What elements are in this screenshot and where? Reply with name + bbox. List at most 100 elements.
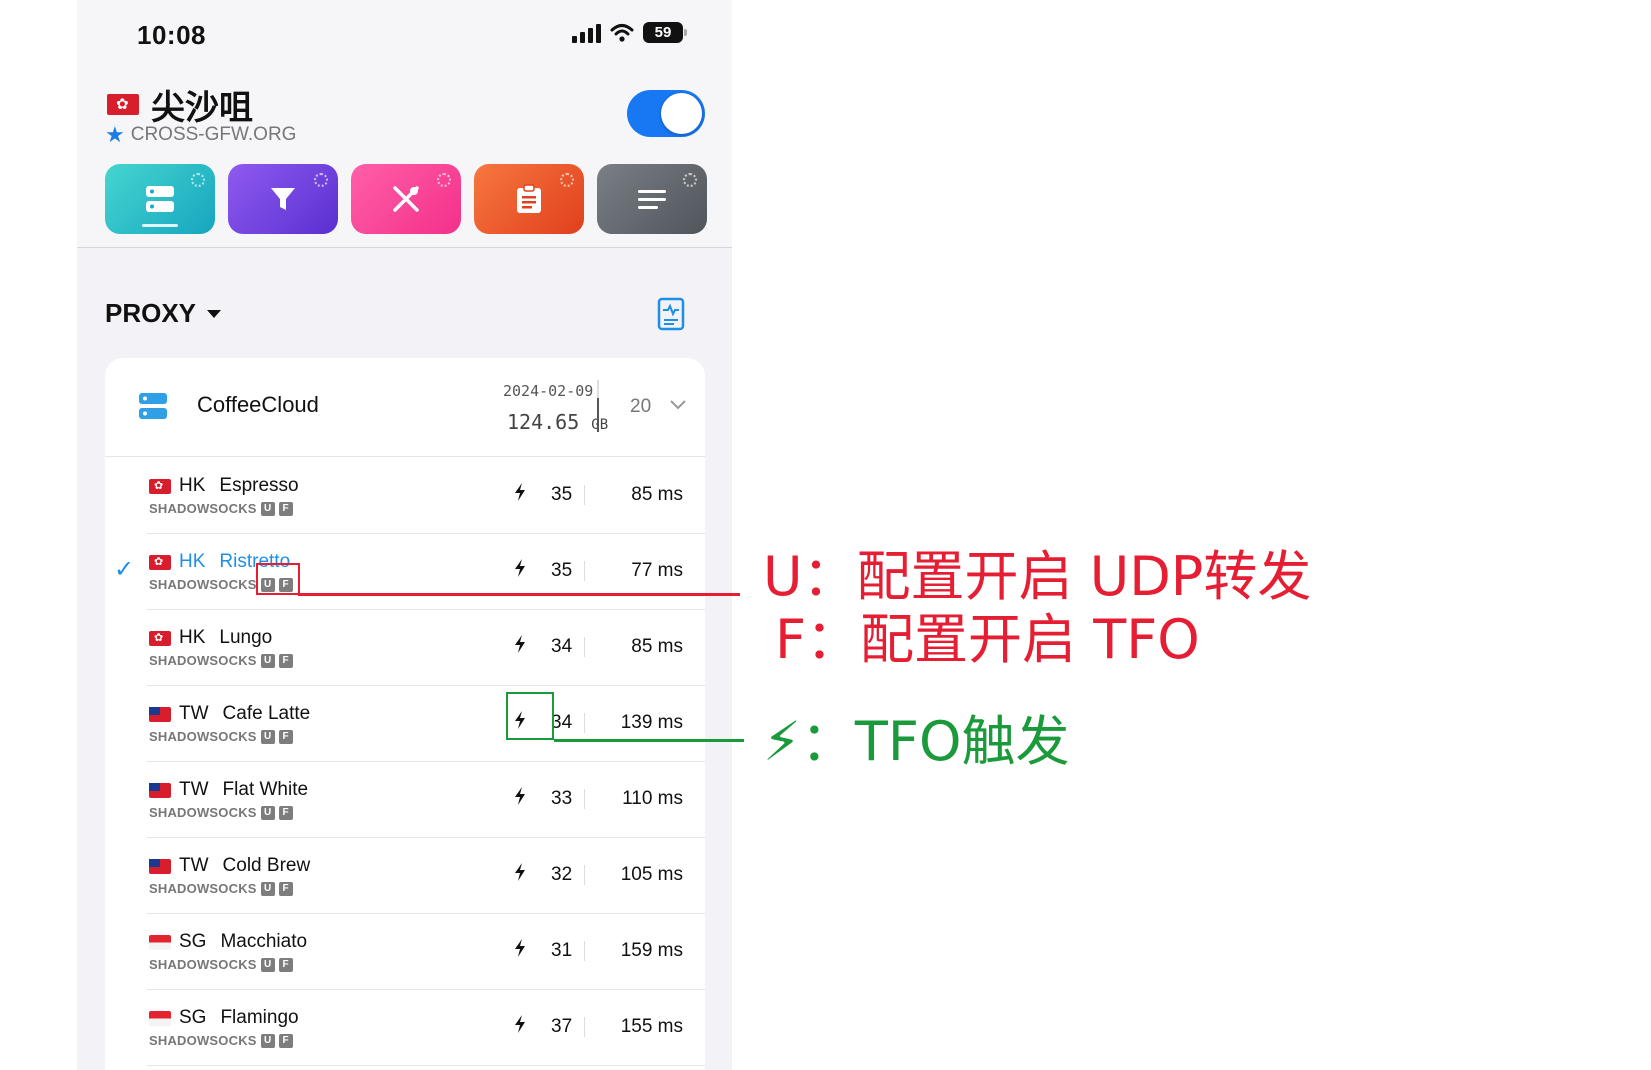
proxy-name: TW Cafe Latte bbox=[149, 703, 310, 725]
tfo-badge: F bbox=[278, 957, 293, 972]
toggle-knob bbox=[661, 93, 702, 134]
proxy-score: 35 bbox=[551, 560, 573, 581]
proxy-row[interactable]: TW Flat White SHADOWSOCKS U F 33 110 ms bbox=[147, 761, 705, 838]
latency-value: 85 ms bbox=[631, 484, 683, 505]
phone-screen: 10:08 59 尖沙咀 ★ CROSS-GFW.ORG bbox=[77, 0, 732, 1070]
proxy-score: 31 bbox=[551, 940, 573, 961]
hk-flag-icon bbox=[149, 630, 171, 646]
proxy-name: SG Flamingo bbox=[149, 1007, 299, 1029]
proxy-label: Espresso bbox=[219, 475, 299, 496]
divider bbox=[584, 485, 585, 505]
proxy-label: Macchiato bbox=[220, 931, 308, 952]
red-pointer-line bbox=[298, 593, 740, 596]
proxy-row[interactable]: SG Flamingo SHADOWSOCKS U F 37 155 ms bbox=[147, 989, 705, 1066]
divider bbox=[584, 561, 585, 581]
protocol-label: SHADOWSOCKS bbox=[149, 1033, 257, 1048]
tile-menu[interactable] bbox=[597, 164, 707, 234]
region-code: TW bbox=[179, 855, 209, 876]
protocol-line: SHADOWSOCKS U F bbox=[149, 805, 293, 820]
status-dot-icon bbox=[560, 173, 574, 187]
proxy-name: TW Cold Brew bbox=[149, 855, 310, 877]
tile-filter[interactable] bbox=[228, 164, 338, 234]
lightning-bolt-icon bbox=[514, 559, 526, 582]
usage-bar bbox=[597, 380, 599, 432]
protocol-label: SHADOWSOCKS bbox=[149, 653, 257, 668]
checkmark-icon: ✓ bbox=[114, 556, 135, 583]
cellular-signal-icon bbox=[572, 23, 601, 43]
region-code: HK bbox=[179, 475, 206, 496]
tile-tools[interactable] bbox=[351, 164, 461, 234]
battery-icon: 59 bbox=[643, 22, 687, 43]
hk-flag-icon bbox=[149, 554, 171, 570]
protocol-label: SHADOWSOCKS bbox=[149, 805, 257, 820]
protocol-label: SHADOWSOCKS bbox=[149, 881, 257, 896]
divider bbox=[584, 789, 585, 809]
protocol-label: SHADOWSOCKS bbox=[149, 501, 257, 516]
proxy-row[interactable]: HK Espresso SHADOWSOCKSUF 35 85 ms bbox=[147, 457, 705, 534]
proxy-row[interactable]: HK Lungo SHADOWSOCKSUF 34 85 ms bbox=[147, 609, 705, 686]
proxy-row[interactable]: TW Cafe Latte SHADOWSOCKS U F 34 139 ms bbox=[147, 685, 705, 762]
usage-value: 124.65 bbox=[507, 410, 580, 434]
subtitle-text: CROSS-GFW.ORG bbox=[130, 124, 297, 145]
tile-clipboard[interactable] bbox=[474, 164, 584, 234]
lightning-bolt-icon bbox=[514, 863, 526, 886]
subscription-usage: 124.65 GB bbox=[507, 410, 608, 434]
proxy-label: Flamingo bbox=[220, 1007, 299, 1028]
proxy-row[interactable]: TW Cold Brew SHADOWSOCKS U F 32 105 ms bbox=[147, 837, 705, 914]
udp-badge: U bbox=[260, 881, 275, 896]
status-icons: 59 bbox=[572, 22, 687, 43]
proxy-row[interactable]: ✓HKRistrettoSHADOWSOCKSUF3577 ms bbox=[114, 533, 705, 610]
tfo-badge: F bbox=[278, 501, 293, 516]
proxy-section-header[interactable]: PROXY bbox=[105, 298, 222, 329]
caret-down-icon bbox=[207, 309, 222, 318]
latency-value: 77 ms bbox=[631, 560, 683, 581]
proxy-label: Cafe Latte bbox=[222, 703, 311, 724]
divider bbox=[584, 941, 585, 961]
sg-flag-icon bbox=[149, 934, 171, 950]
filter-icon bbox=[271, 188, 295, 210]
top-bar: 10:08 59 尖沙咀 ★ CROSS-GFW.ORG bbox=[77, 0, 732, 248]
proxy-label: Flat White bbox=[222, 779, 309, 800]
latency-value: 155 ms bbox=[620, 1016, 683, 1037]
lightning-bolt-icon bbox=[514, 635, 526, 658]
divider bbox=[584, 713, 585, 733]
activity-log-icon[interactable] bbox=[657, 297, 685, 331]
node-count: 20 bbox=[630, 396, 652, 417]
status-dot-icon bbox=[191, 173, 205, 187]
status-dot-icon bbox=[437, 173, 451, 187]
proxy-score: 37 bbox=[551, 1016, 573, 1037]
star-icon: ★ bbox=[105, 122, 125, 147]
proxy-score: 34 bbox=[551, 636, 573, 657]
proxy-row[interactable]: SG Macchiato SHADOWSOCKS U F 31 159 ms bbox=[147, 913, 705, 990]
protocol-label: SHADOWSOCKS bbox=[149, 957, 257, 972]
region-code: TW bbox=[179, 779, 209, 800]
sg-flag-icon bbox=[149, 1010, 171, 1026]
subscription-card: CoffeeCloud 2024-02-09 124.65 GB 20 HK Es… bbox=[105, 358, 705, 1070]
subscription-header[interactable]: CoffeeCloud 2024-02-09 124.65 GB 20 bbox=[105, 358, 705, 457]
tfo-badge: F bbox=[278, 805, 293, 820]
hk-flag-icon bbox=[107, 94, 139, 115]
chevron-down-icon[interactable] bbox=[668, 394, 688, 414]
protocol-line: SHADOWSOCKS U F bbox=[149, 1033, 293, 1048]
hk-flag-icon bbox=[149, 478, 171, 494]
wifi-icon bbox=[610, 23, 634, 42]
udp-badge: U bbox=[260, 729, 275, 744]
tools-icon bbox=[393, 186, 419, 212]
protocol-label: SHADOWSOCKS bbox=[149, 729, 257, 744]
udp-tfo-highlight-box bbox=[256, 563, 300, 595]
lightning-bolt-icon bbox=[514, 1015, 526, 1038]
tile-servers[interactable] bbox=[105, 164, 215, 234]
active-indicator bbox=[142, 224, 178, 227]
clipboard-icon bbox=[517, 184, 541, 213]
lightning-bolt-icon bbox=[514, 787, 526, 810]
region-code: HK bbox=[179, 551, 206, 572]
section-title: PROXY bbox=[105, 298, 197, 328]
vpn-toggle[interactable] bbox=[627, 90, 705, 137]
status-dot-icon bbox=[314, 173, 328, 187]
latency-value: 139 ms bbox=[620, 712, 683, 733]
udp-badge: U bbox=[260, 805, 275, 820]
servers-icon bbox=[146, 186, 174, 212]
region-code: SG bbox=[179, 931, 207, 952]
proxy-name: HK Lungo bbox=[149, 627, 272, 649]
protocol-label: SHADOWSOCKS bbox=[149, 577, 257, 592]
